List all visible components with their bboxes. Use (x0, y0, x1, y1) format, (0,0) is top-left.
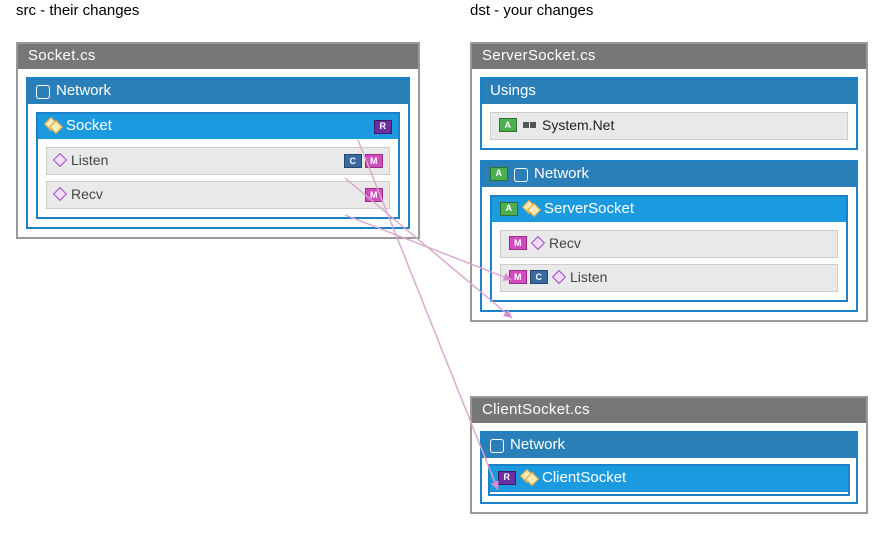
badge-renamed-icon: R (374, 120, 392, 134)
class-box[interactable]: R ClientSocket (488, 464, 850, 496)
usings-box[interactable]: Usings A System.Net (480, 77, 858, 150)
method-icon (531, 236, 545, 250)
badge-moved-icon: M (365, 188, 383, 202)
file-serversocket[interactable]: ServerSocket.cs Usings A System.Net A (470, 42, 868, 322)
namespace-icon (490, 438, 504, 452)
namespace-icon (514, 167, 528, 181)
class-header: R ClientSocket (490, 466, 848, 491)
label-dst: dst - your changes (470, 2, 593, 19)
label-src: src - their changes (16, 2, 139, 19)
method-icon (53, 153, 67, 167)
using-label: System.Net (542, 117, 614, 133)
class-icon (522, 471, 536, 485)
namespace-label: Network (510, 436, 565, 453)
namespace-label: Network (534, 165, 589, 182)
member-label: Recv (549, 235, 581, 251)
using-item[interactable]: A System.Net (490, 112, 848, 140)
class-label: Socket (66, 117, 112, 134)
usings-label: Usings (490, 82, 536, 99)
namespace-icon (36, 84, 50, 98)
namespace-header: Network (482, 433, 856, 458)
class-label: ClientSocket (542, 469, 626, 486)
link-icon (523, 122, 536, 128)
file-title: ServerSocket.cs (472, 44, 866, 69)
class-header: Socket R (38, 114, 398, 139)
member-label: Listen (71, 152, 108, 168)
file-clientsocket[interactable]: ClientSocket.cs Network R ClientSocket (470, 396, 868, 514)
badge-conflict-icon: C (344, 154, 362, 168)
usings-header: Usings (482, 79, 856, 104)
class-label: ServerSocket (544, 200, 634, 217)
member-recv[interactable]: Recv M (46, 181, 390, 209)
badge-added-icon: A (499, 118, 517, 132)
badge-moved-icon: M (365, 154, 383, 168)
method-icon (552, 270, 566, 284)
class-box[interactable]: A ServerSocket M Recv (490, 195, 848, 302)
namespace-box[interactable]: Network R ClientSocket (480, 431, 858, 504)
method-icon (53, 187, 67, 201)
badge-added-icon: A (500, 202, 518, 216)
class-icon (46, 119, 60, 133)
namespace-header: Network (28, 79, 408, 104)
member-listen[interactable]: Listen C M (46, 147, 390, 175)
file-title: Socket.cs (18, 44, 418, 69)
namespace-label: Network (56, 82, 111, 99)
file-title: ClientSocket.cs (472, 398, 866, 423)
namespace-header: A Network (482, 162, 856, 187)
badge-renamed-icon: R (498, 471, 516, 485)
class-icon (524, 202, 538, 216)
namespace-box[interactable]: A Network A ServerSocket M (480, 160, 858, 312)
member-listen[interactable]: M C Listen (500, 264, 838, 292)
badge-conflict-icon: C (530, 270, 548, 284)
badge-added-icon: A (490, 167, 508, 181)
badge-moved-icon: M (509, 270, 527, 284)
class-box[interactable]: Socket R Listen C M (36, 112, 400, 219)
namespace-box[interactable]: Network Socket R Listen (26, 77, 410, 229)
member-label: Recv (71, 186, 103, 202)
file-socket[interactable]: Socket.cs Network Socket R (16, 42, 420, 239)
member-recv[interactable]: M Recv (500, 230, 838, 258)
member-label: Listen (570, 269, 607, 285)
badge-moved-icon: M (509, 236, 527, 250)
class-header: A ServerSocket (492, 197, 846, 222)
